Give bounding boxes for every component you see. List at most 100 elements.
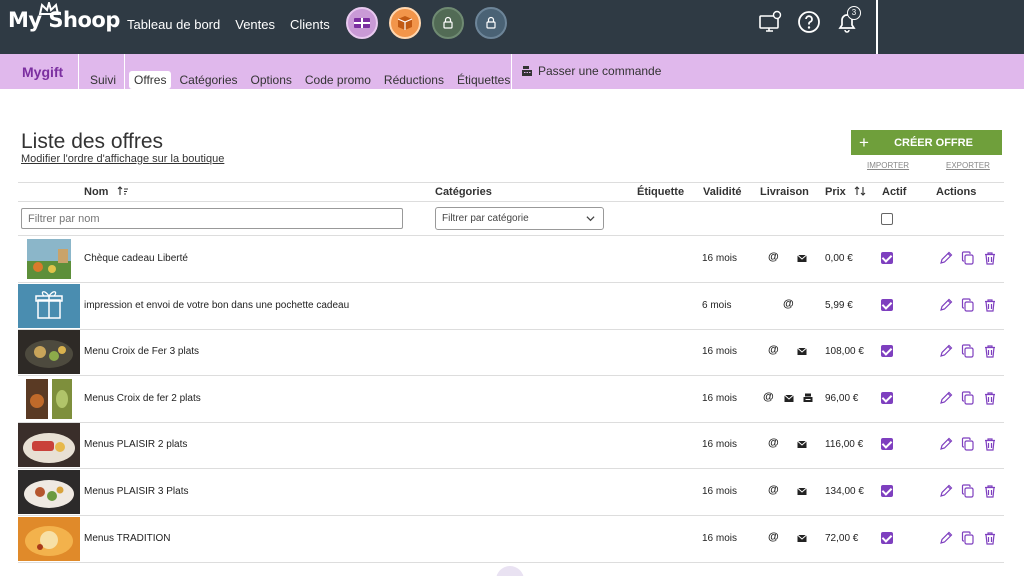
active-checkbox[interactable] xyxy=(881,252,893,264)
delete-icon[interactable] xyxy=(983,298,997,312)
col-active: Actif xyxy=(882,186,907,198)
place-order-link[interactable]: Passer une commande xyxy=(521,64,661,78)
tab-offres[interactable]: Offres xyxy=(129,70,172,89)
duplicate-icon[interactable] xyxy=(961,297,975,312)
offer-validity: 16 mois xyxy=(702,253,738,264)
logo[interactable]: My Shoop xyxy=(8,2,120,32)
delete-icon[interactable] xyxy=(983,437,997,451)
email-delivery-icon: @ xyxy=(768,251,779,263)
header-divider xyxy=(876,0,878,54)
delete-icon[interactable] xyxy=(983,484,997,498)
table-row[interactable]: Menu Croix de Fer 3 plats 16 mois @108,00 … xyxy=(18,329,1004,377)
offer-name[interactable]: Menu Croix de Fer 3 plats xyxy=(84,346,199,357)
nav-clients[interactable]: Clients xyxy=(290,17,330,32)
sort-icon xyxy=(117,186,128,195)
divider xyxy=(124,54,126,89)
active-checkbox[interactable] xyxy=(881,438,893,451)
duplicate-icon[interactable] xyxy=(961,251,975,265)
edit-icon[interactable] xyxy=(939,484,953,498)
col-price[interactable]: Prix xyxy=(825,186,866,198)
active-checkbox[interactable] xyxy=(881,391,893,404)
duplicate-icon[interactable] xyxy=(961,530,975,545)
edit-icon[interactable] xyxy=(939,391,953,405)
offer-thumbnail[interactable] xyxy=(18,330,80,375)
edit-icon[interactable] xyxy=(939,344,953,358)
locked-app-icon[interactable] xyxy=(432,7,464,39)
tab-etiquettes[interactable]: Étiquettes xyxy=(452,71,515,89)
sort-icon xyxy=(854,186,866,196)
offer-name[interactable]: impression et envoi de votre bon dans un… xyxy=(84,300,349,311)
offer-thumbnail[interactable] xyxy=(18,376,80,421)
edit-icon[interactable] xyxy=(939,298,953,312)
delete-icon[interactable] xyxy=(983,391,997,405)
row-actions xyxy=(939,251,997,265)
filter-row: Filtrer par catégorie xyxy=(18,202,1004,236)
locked-app-icon-2[interactable] xyxy=(475,7,507,39)
table-row[interactable]: Menus Croix de fer 2 plats 16 mois @96,00 … xyxy=(18,376,1004,423)
offer-price: 72,00 € xyxy=(825,532,859,544)
delete-icon[interactable] xyxy=(983,251,997,265)
email-delivery-icon: @ xyxy=(768,484,779,496)
module-tabs: Suivi Offres Catégories Options Code pro… xyxy=(85,54,518,97)
duplicate-icon[interactable] xyxy=(961,484,975,498)
reorder-link[interactable]: Modifier l'ordre d'affichage sur la bout… xyxy=(21,153,224,165)
page-title: Liste des offres xyxy=(21,130,164,153)
table-row[interactable]: impression et envoi de votre bon dans un… xyxy=(18,283,1004,330)
row-actions xyxy=(939,484,997,498)
offer-thumbnail[interactable] xyxy=(18,423,80,468)
offer-name[interactable]: Menus Croix de fer 2 plats xyxy=(84,393,201,404)
gift-card-app-icon[interactable] xyxy=(346,7,378,39)
delete-icon[interactable] xyxy=(983,531,997,545)
tab-suivi[interactable]: Suivi xyxy=(85,71,121,89)
duplicate-icon[interactable] xyxy=(961,391,975,405)
tab-reductions[interactable]: Réductions xyxy=(379,71,449,89)
duplicate-icon[interactable] xyxy=(961,344,975,358)
box-app-icon[interactable] xyxy=(389,7,421,39)
name-filter-input[interactable] xyxy=(21,208,403,229)
mail-delivery-icon xyxy=(784,394,794,402)
email-delivery-icon: @ xyxy=(783,297,794,310)
offer-price: 5,99 € xyxy=(825,299,853,311)
table-row[interactable]: Menus PLAISIR 2 plats 16 mois @116,00 € xyxy=(18,422,1004,470)
offer-name[interactable]: Menus PLAISIR 2 plats xyxy=(84,439,187,450)
monitor-settings-icon[interactable] xyxy=(758,9,784,35)
import-link[interactable]: IMPORTER xyxy=(867,161,909,170)
tab-options[interactable]: Options xyxy=(246,71,297,89)
offer-thumbnail[interactable] xyxy=(18,470,80,514)
active-filter-checkbox[interactable] xyxy=(881,213,893,225)
col-categories: Catégories xyxy=(435,186,492,198)
active-checkbox[interactable] xyxy=(881,345,893,358)
nav-dashboard[interactable]: Tableau de bord xyxy=(127,17,220,32)
col-label: Étiquette xyxy=(637,186,685,198)
tab-code-promo[interactable]: Code promo xyxy=(300,71,376,89)
tab-categories[interactable]: Catégories xyxy=(174,71,242,89)
edit-icon[interactable] xyxy=(939,531,953,545)
export-link[interactable]: EXPORTER xyxy=(946,161,990,170)
header-tools: 3 xyxy=(758,6,861,35)
scroll-top-button[interactable] xyxy=(496,566,524,576)
create-offer-button[interactable]: + CRÉER OFFRE xyxy=(851,130,1002,155)
offer-thumbnail[interactable] xyxy=(18,237,80,281)
offer-name[interactable]: Menus TRADITION xyxy=(84,533,171,544)
offer-thumbnail[interactable] xyxy=(18,516,80,561)
nav-sales[interactable]: Ventes xyxy=(235,17,275,32)
cash-register-icon xyxy=(522,66,532,76)
active-checkbox[interactable] xyxy=(881,485,893,497)
table-row[interactable]: Menus PLAISIR 3 Plats 16 mois @134,00 € xyxy=(18,469,1004,516)
help-icon[interactable] xyxy=(796,9,822,35)
edit-icon[interactable] xyxy=(939,251,953,265)
duplicate-icon[interactable] xyxy=(961,437,975,451)
active-checkbox[interactable] xyxy=(881,531,893,544)
table-row[interactable]: Menus TRADITION 16 mois @72,00 € xyxy=(18,516,1004,563)
notification-bell-icon[interactable]: 3 xyxy=(834,6,861,35)
offer-thumbnail[interactable] xyxy=(18,283,80,328)
delete-icon[interactable] xyxy=(983,344,997,358)
category-filter-select[interactable]: Filtrer par catégorie xyxy=(435,207,604,230)
edit-icon[interactable] xyxy=(939,437,953,451)
col-name[interactable]: Nom xyxy=(84,186,129,198)
table-row[interactable]: Chèque cadeau Liberté 16 mois @0,00 € xyxy=(18,236,1004,283)
offer-name[interactable]: Chèque cadeau Liberté xyxy=(84,253,188,264)
module-brand[interactable]: Mygift xyxy=(22,64,63,80)
offer-name[interactable]: Menus PLAISIR 3 Plats xyxy=(84,486,189,497)
active-checkbox[interactable] xyxy=(881,298,893,311)
